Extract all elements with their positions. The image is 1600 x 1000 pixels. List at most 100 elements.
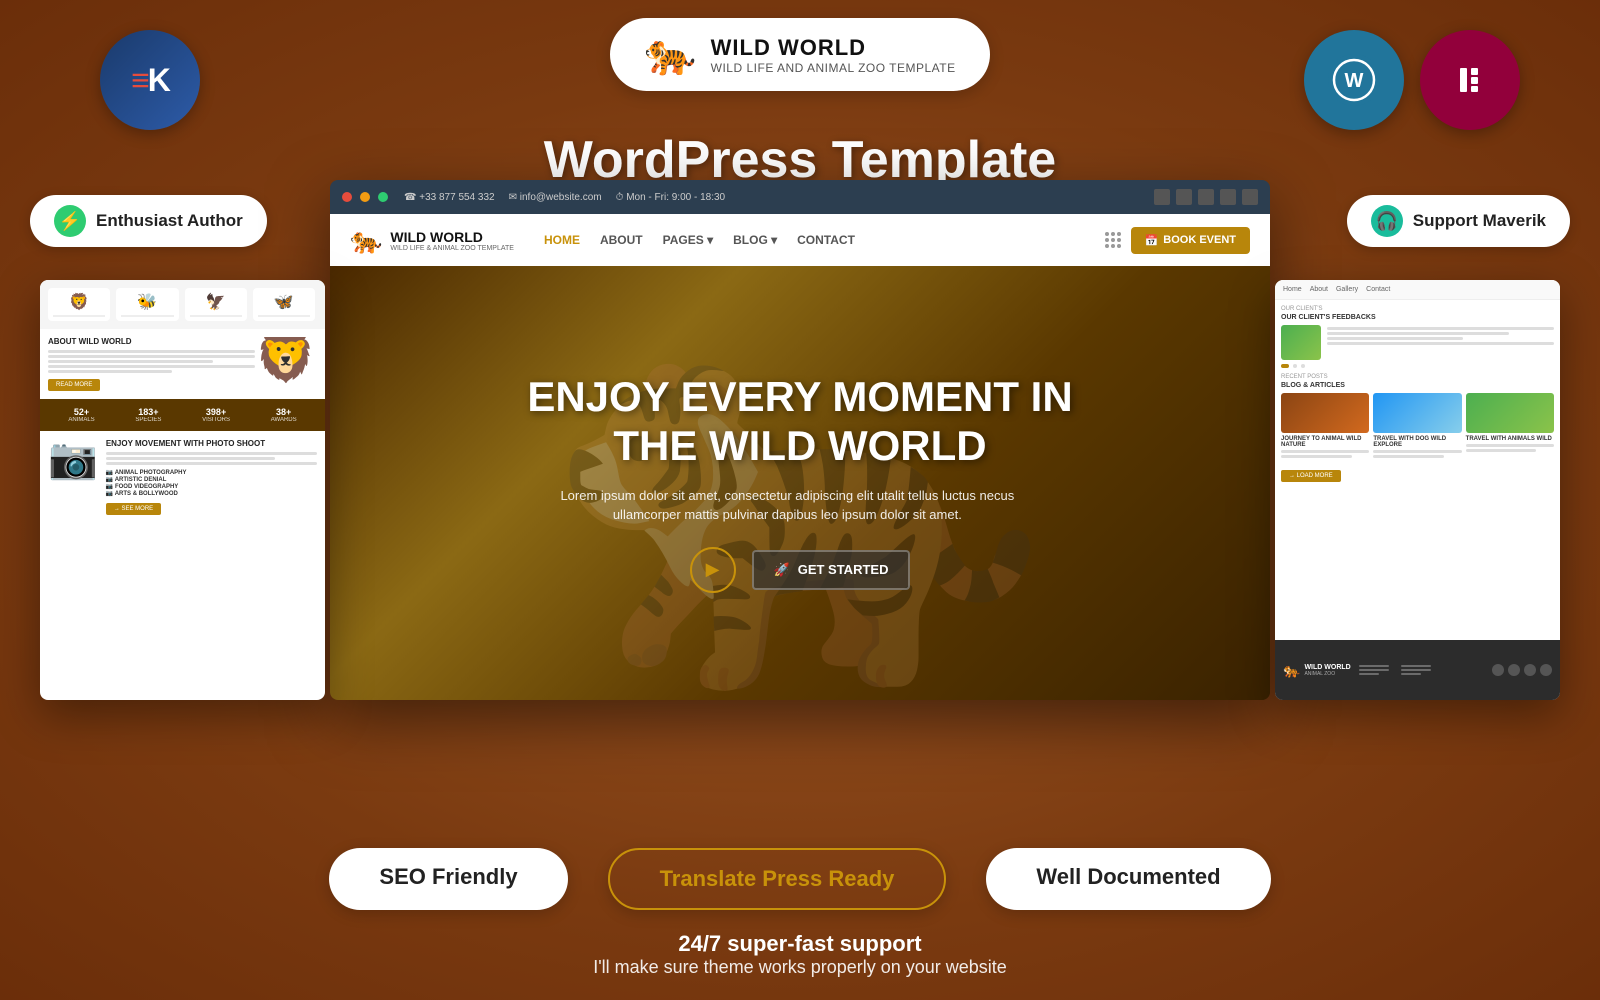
blog-text-3: TRAVEL WITH ANIMALS WILD [1466, 436, 1554, 442]
preview-left: 🦁 🐝 🦅 🦋 🦁 ABOUT WILD WORLD [40, 280, 325, 700]
nav-item: Gallery [1336, 286, 1358, 293]
book-event-label: BOOK EVENT [1163, 234, 1236, 246]
feedback-text [1327, 325, 1554, 345]
stat-3: 398+ VISITORS [202, 407, 230, 423]
feedbacks-label: OUR CLIENT'S [1281, 306, 1554, 312]
window-dot-green [378, 192, 388, 202]
brand-icon-left: ≡K [100, 30, 200, 130]
elementor-icon [1420, 30, 1520, 130]
youtube-icon [1242, 189, 1258, 205]
blog-post-2: TRAVEL WITH DOG WILD EXPLORE [1373, 393, 1461, 458]
footer-links [1359, 665, 1431, 675]
wordpress-icon: W [1304, 30, 1404, 130]
hero-description: Lorem ipsum dolor sit amet, consectetur … [527, 486, 1047, 525]
blog-image-1 [1281, 393, 1369, 433]
site-logo-sub: WILD LIFE & ANIMAL ZOO TEMPLATE [390, 245, 514, 252]
hero-title: ENJOY EVERY MOMENT INTHE WILD WORLD [527, 373, 1072, 470]
browser-topbar: ☎ +33 877 554 332 ✉ info@website.com ⏱ M… [330, 180, 1270, 214]
footer-social [1492, 664, 1552, 676]
bottom-text: 24/7 super-fast support I'll make sure t… [593, 931, 1007, 978]
tiger-icon: 🐅 [644, 30, 696, 79]
twitter-icon [1176, 189, 1192, 205]
nav-item: Contact [1366, 286, 1390, 293]
nav-pages[interactable]: PAGES ▾ [663, 233, 713, 247]
blog-text-2: TRAVEL WITH DOG WILD EXPLORE [1373, 436, 1461, 448]
preview-animals-row: 🦁 🐝 🦅 🦋 [40, 280, 325, 329]
stat-2: 183+ SPECIES [135, 407, 161, 423]
book-event-button[interactable]: 📅 BOOK EVENT [1131, 227, 1250, 254]
pinterest-icon [1198, 189, 1214, 205]
text-line [48, 355, 255, 358]
bird-card: 🦅 [185, 288, 247, 321]
blog-grid: JOURNEY TO ANIMAL WILD NATURE TRAVEL WIT… [1281, 393, 1554, 458]
preview-right-footer: 🐅 WILD WORLD ANIMAL ZOO [1275, 640, 1560, 700]
nav-home[interactable]: HOME [544, 233, 580, 247]
footer-col-1 [1359, 665, 1389, 675]
badge-enthusiast-author: ⚡ Enthusiast Author [30, 195, 267, 247]
page-wrapper: ≡K 🐅 WILD WORLD WILD LIFE AND ANIMAL ZOO… [0, 0, 1600, 1000]
well-documented-pill: Well Documented [986, 848, 1270, 910]
blog-post-1: JOURNEY TO ANIMAL WILD NATURE [1281, 393, 1369, 458]
window-dot-yellow [360, 192, 370, 202]
badge-right-icon: 🎧 [1371, 205, 1403, 237]
footer-social-icon [1508, 664, 1520, 676]
site-navigation: 🐅 WILD WORLD WILD LIFE & ANIMAL ZOO TEMP… [330, 214, 1270, 266]
stat-1: 52+ ANIMALS [68, 407, 94, 423]
footer-col-2 [1401, 665, 1431, 675]
support-title: 24/7 super-fast support [593, 931, 1007, 957]
bee-card: 🐝 [116, 288, 178, 321]
instagram-icon [1220, 189, 1236, 205]
hero-section: ENJOY EVERY MOMENT INTHE WILD WORLD Lore… [330, 266, 1270, 700]
stat-4: 38+ AWARDS [271, 407, 297, 423]
blog-post-3: TRAVEL WITH ANIMALS WILD [1466, 393, 1554, 458]
text-line [48, 365, 255, 368]
nav-blog[interactable]: BLOG ▾ [733, 233, 777, 247]
footer-social-icon [1540, 664, 1552, 676]
get-started-button[interactable]: 🚀 GET STARTED [752, 550, 911, 590]
read-more-button[interactable]: READ MORE [48, 379, 100, 391]
email-info: ✉ info@website.com [509, 192, 602, 203]
hero-buttons: ▶ 🚀 GET STARTED [527, 547, 1072, 593]
preview-right-body: OUR CLIENT'S OUR CLIENT'S FEEDBACKS [1275, 300, 1560, 488]
photographer-text: ENJOY MOVEMENT WITH PHOTO SHOOT 📷 ANIMAL… [106, 439, 317, 515]
lion-icon: 🦁 [255, 337, 317, 386]
butterfly-card: 🦋 [253, 288, 315, 321]
feedbacks-section: OUR CLIENT'S OUR CLIENT'S FEEDBACKS [1281, 306, 1554, 368]
play-button[interactable]: ▶ [690, 547, 736, 593]
phone-info: ☎ +33 877 554 332 [404, 192, 495, 203]
badge-right-label: Support Maverik [1413, 211, 1546, 231]
badge-support-maverik: 🎧 Support Maverik [1347, 195, 1570, 247]
blog-label: RECENT POSTS [1281, 374, 1554, 380]
lion-card: 🦁 [48, 288, 110, 321]
text-line [48, 370, 172, 373]
nav-about[interactable]: ABOUT [600, 233, 643, 247]
preview-about: 🦁 ABOUT WILD WORLD READ MORE [40, 329, 325, 399]
social-icons [1154, 189, 1258, 205]
support-subtitle: I'll make sure theme works properly on y… [593, 957, 1007, 978]
nav-item: About [1310, 286, 1328, 293]
text-line [48, 360, 213, 363]
text-line [48, 350, 255, 353]
hours-info: ⏱ Mon - Fri: 9:00 - 18:30 [616, 192, 726, 203]
feedback-row [1281, 325, 1554, 360]
logo-title: WILD WORLD [711, 35, 956, 61]
svg-text:W: W [1345, 70, 1364, 92]
logo-subtitle: WILD LIFE AND ANIMAL ZOO TEMPLATE [711, 61, 956, 75]
grid-menu-icon[interactable] [1105, 232, 1121, 248]
right-panel-nav: Home About Gallery Contact [1283, 286, 1552, 293]
blog-section: RECENT POSTS BLOG & ARTICLES JOURNEY TO … [1281, 374, 1554, 482]
footer-logo: 🐅 WILD WORLD ANIMAL ZOO [1283, 662, 1351, 679]
get-started-label: GET STARTED [798, 562, 889, 577]
load-more-button[interactable]: → LOAD MORE [1281, 470, 1341, 482]
nav-links: HOME ABOUT PAGES ▾ BLOG ▾ CONTACT [544, 233, 1095, 247]
blog-image-2 [1373, 393, 1461, 433]
feedbacks-title: OUR CLIENT'S FEEDBACKS [1281, 314, 1554, 321]
logo-pill: 🐅 WILD WORLD WILD LIFE AND ANIMAL ZOO TE… [610, 18, 990, 91]
photographer-icon: 📷 [48, 439, 98, 479]
right-icons: W [1304, 30, 1520, 130]
see-more-button[interactable]: → SEE MORE [106, 503, 161, 515]
footer-social-icon [1524, 664, 1536, 676]
site-logo-title: WILD WORLD [390, 229, 514, 245]
nav-contact[interactable]: CONTACT [797, 233, 855, 247]
blog-text-1: JOURNEY TO ANIMAL WILD NATURE [1281, 436, 1369, 448]
